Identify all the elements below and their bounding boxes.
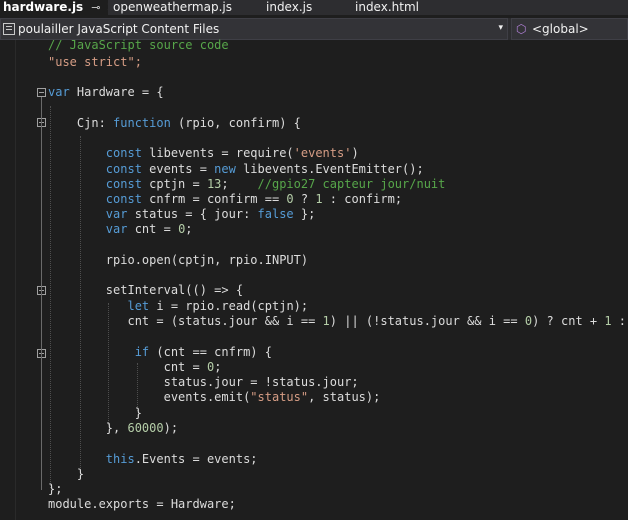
code-line: const cnfrm = confirm == 0 ? 1 : confirm…: [105, 192, 403, 206]
project-dropdown-label: poulailler JavaScript Content Files: [18, 22, 220, 36]
code-editor[interactable]: // JavaScript source code "use strict"; …: [0, 38, 628, 520]
code-line: cnt = 0;: [48, 360, 222, 374]
tab-hardware-js[interactable]: hardware.js ⊸ ✕: [0, 0, 108, 15]
tab-label: hardware.js: [3, 0, 84, 14]
code-line: const events = new libevents.EventEmitte…: [105, 162, 424, 176]
project-dropdown[interactable]: poulailler JavaScript Content Files ▾: [0, 18, 508, 40]
tab-label: openweathermap.js: [113, 0, 232, 14]
code-line: const libevents = require('events'): [105, 146, 359, 160]
pin-icon[interactable]: ⊸: [91, 1, 100, 14]
code-line: status.jour = !status.jour;: [48, 375, 359, 389]
code-line: let i = rpio.read(cptjn);: [127, 299, 309, 313]
code-line: if (cnt == cnfrm) {: [134, 345, 272, 359]
code-line: rpio.open(cptjn, rpio.INPUT): [48, 253, 309, 267]
tab-label: index.js: [266, 0, 313, 14]
close-icon[interactable]: ✕: [106, 0, 108, 14]
scope-dropdown[interactable]: ⬡ <global>: [511, 18, 628, 40]
collapse-icon[interactable]: [37, 88, 46, 97]
code-line: module.exports = Hardware;: [48, 497, 236, 511]
code-line: cnt = (status.jour && i == 1) || (!statu…: [48, 314, 627, 328]
fold-region-line: [41, 97, 42, 490]
code-line: }: [48, 467, 85, 481]
margin-divider: [15, 40, 16, 520]
tab-index-html[interactable]: index.html: [355, 0, 455, 15]
code-line: }, 60000);: [48, 421, 179, 435]
code-line: setInterval(() => {: [48, 283, 244, 297]
project-file-icon: [3, 23, 15, 35]
code-line: const cptjn = 13; //gpio27 capteur jour/…: [105, 177, 446, 191]
chevron-down-icon: ▾: [498, 23, 503, 33]
document-tab-bar: hardware.js ⊸ ✕ openweathermap.js index.js…: [0, 0, 628, 15]
cube-icon: ⬡: [516, 22, 527, 36]
code-line: Cjn: function (rpio, confirm) {: [48, 116, 301, 130]
code-line: this.Events = events;: [105, 452, 258, 466]
code-line: // JavaScript source code: [48, 38, 229, 52]
tab-label: index.html: [355, 0, 419, 14]
code-line: events.emit("status", status);: [48, 390, 381, 404]
code-line: "use strict";: [48, 55, 142, 69]
scope-dropdown-label: <global>: [532, 22, 589, 36]
code-line: };: [48, 482, 63, 496]
tab-index-js[interactable]: index.js: [266, 0, 346, 15]
code-line: var status = { jour: false };: [105, 207, 316, 221]
tab-openweathermap-js[interactable]: openweathermap.js: [113, 0, 253, 15]
code-line: }: [48, 406, 142, 420]
code-line: var Hardware = {: [48, 85, 164, 99]
code-line: var cnt = 0;: [105, 222, 193, 236]
